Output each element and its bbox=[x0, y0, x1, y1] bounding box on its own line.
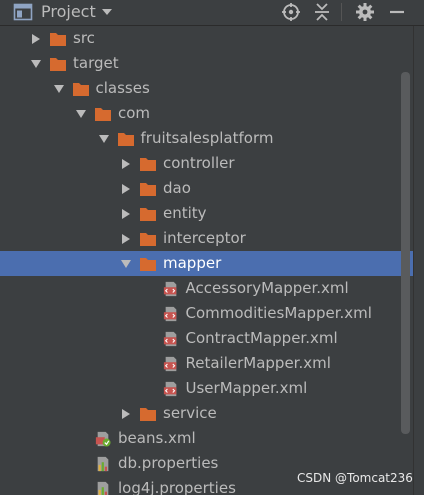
minimize-icon bbox=[390, 10, 404, 14]
folder-icon bbox=[140, 208, 156, 221]
collapsed-arrow-icon[interactable] bbox=[120, 408, 132, 420]
tree-border bbox=[413, 26, 414, 495]
collapsed-arrow-icon[interactable] bbox=[120, 183, 132, 195]
spring-xml-file-icon bbox=[95, 431, 111, 447]
collapsed-arrow-icon[interactable] bbox=[120, 208, 132, 220]
tree-row[interactable]: mapper bbox=[0, 251, 414, 276]
folder-icon bbox=[50, 33, 66, 46]
tree-item-label: mapper bbox=[163, 254, 222, 272]
tree-row[interactable]: dao bbox=[0, 176, 414, 201]
tree-item-label: db.properties bbox=[118, 454, 219, 472]
project-tree[interactable]: src target classes com fruitsalesplatform con… bbox=[0, 26, 424, 495]
expanded-arrow-icon[interactable] bbox=[120, 258, 132, 270]
tree-row[interactable]: beans.xml bbox=[0, 426, 414, 451]
project-header: Project bbox=[0, 0, 424, 26]
tree-row[interactable]: AccessoryMapper.xml bbox=[0, 276, 414, 301]
tree-item-label: com bbox=[118, 104, 151, 122]
tree-row[interactable]: CommoditiesMapper.xml bbox=[0, 301, 414, 326]
tree-item-label: UserMapper.xml bbox=[185, 379, 308, 397]
xml-file-icon bbox=[163, 331, 176, 347]
tree-item-label: entity bbox=[163, 204, 207, 222]
expanded-arrow-icon[interactable] bbox=[75, 108, 87, 120]
tree-item-label: interceptor bbox=[163, 229, 246, 247]
project-tool-window: Project src target classes com fruitsale… bbox=[0, 0, 424, 495]
locate-button[interactable] bbox=[279, 1, 303, 23]
folder-icon bbox=[140, 233, 156, 246]
collapsed-arrow-icon[interactable] bbox=[30, 33, 42, 45]
tree-row[interactable]: fruitsalesplatform bbox=[0, 126, 414, 151]
tree-row[interactable]: UserMapper.xml bbox=[0, 376, 414, 401]
collapse-all-icon bbox=[315, 3, 329, 21]
folder-icon bbox=[95, 108, 111, 121]
tree-row[interactable]: com bbox=[0, 101, 414, 126]
tree-row[interactable]: interceptor bbox=[0, 226, 414, 251]
tree-row[interactable]: entity bbox=[0, 201, 414, 226]
xml-file-icon bbox=[163, 381, 176, 397]
tree-row[interactable]: target bbox=[0, 51, 414, 76]
tree-item-label: beans.xml bbox=[118, 429, 196, 447]
watermark-text: CSDN @Tomcat236 bbox=[297, 471, 413, 485]
collapsed-arrow-icon[interactable] bbox=[120, 158, 132, 170]
folder-icon bbox=[140, 258, 156, 271]
tree-item-label: log4j.properties bbox=[118, 479, 236, 495]
header-separator bbox=[341, 3, 342, 21]
expanded-arrow-icon[interactable] bbox=[98, 133, 110, 145]
folder-icon bbox=[140, 408, 156, 421]
tree-row[interactable]: classes bbox=[0, 76, 414, 101]
crosshair-icon bbox=[282, 3, 300, 21]
collapse-all-button[interactable] bbox=[310, 1, 334, 23]
expanded-arrow-icon[interactable] bbox=[30, 58, 42, 70]
xml-file-icon bbox=[163, 356, 176, 372]
collapsed-arrow-icon[interactable] bbox=[120, 233, 132, 245]
tree-row[interactable]: service bbox=[0, 401, 414, 426]
properties-file-icon bbox=[97, 481, 109, 495]
tree-row[interactable]: src bbox=[0, 26, 414, 51]
tree-row[interactable]: controller bbox=[0, 151, 414, 176]
project-icon bbox=[13, 3, 33, 21]
tree-item-label: dao bbox=[163, 179, 191, 197]
properties-file-icon bbox=[97, 456, 109, 472]
folder-icon bbox=[117, 133, 134, 146]
tree-row[interactable]: ContractMapper.xml bbox=[0, 326, 414, 351]
vertical-scrollbar[interactable] bbox=[401, 72, 410, 434]
folder-icon bbox=[140, 158, 156, 171]
tree-item-label: src bbox=[73, 29, 95, 47]
tree-item-label: ContractMapper.xml bbox=[185, 329, 338, 347]
tree-item-label: target bbox=[73, 54, 119, 72]
panel-title[interactable]: Project bbox=[41, 2, 96, 22]
xml-file-icon bbox=[163, 281, 176, 297]
tree-item-label: classes bbox=[95, 79, 150, 97]
hide-button[interactable] bbox=[385, 1, 409, 23]
xml-file-icon bbox=[163, 306, 176, 322]
folder-icon bbox=[140, 183, 156, 196]
tree-item-label: AccessoryMapper.xml bbox=[185, 279, 349, 297]
settings-button[interactable] bbox=[353, 1, 377, 23]
folder-icon bbox=[50, 58, 66, 71]
chevron-down-icon[interactable] bbox=[100, 5, 114, 19]
tree-row[interactable]: RetailerMapper.xml bbox=[0, 351, 414, 376]
expanded-arrow-icon[interactable] bbox=[53, 83, 65, 95]
tree-item-label: service bbox=[163, 404, 217, 422]
folder-icon bbox=[72, 83, 89, 96]
tree-item-label: controller bbox=[163, 154, 235, 172]
tree-item-label: fruitsalesplatform bbox=[140, 129, 274, 147]
tree-item-label: CommoditiesMapper.xml bbox=[185, 304, 372, 322]
tree-item-label: RetailerMapper.xml bbox=[185, 354, 331, 372]
gear-icon bbox=[356, 3, 374, 21]
